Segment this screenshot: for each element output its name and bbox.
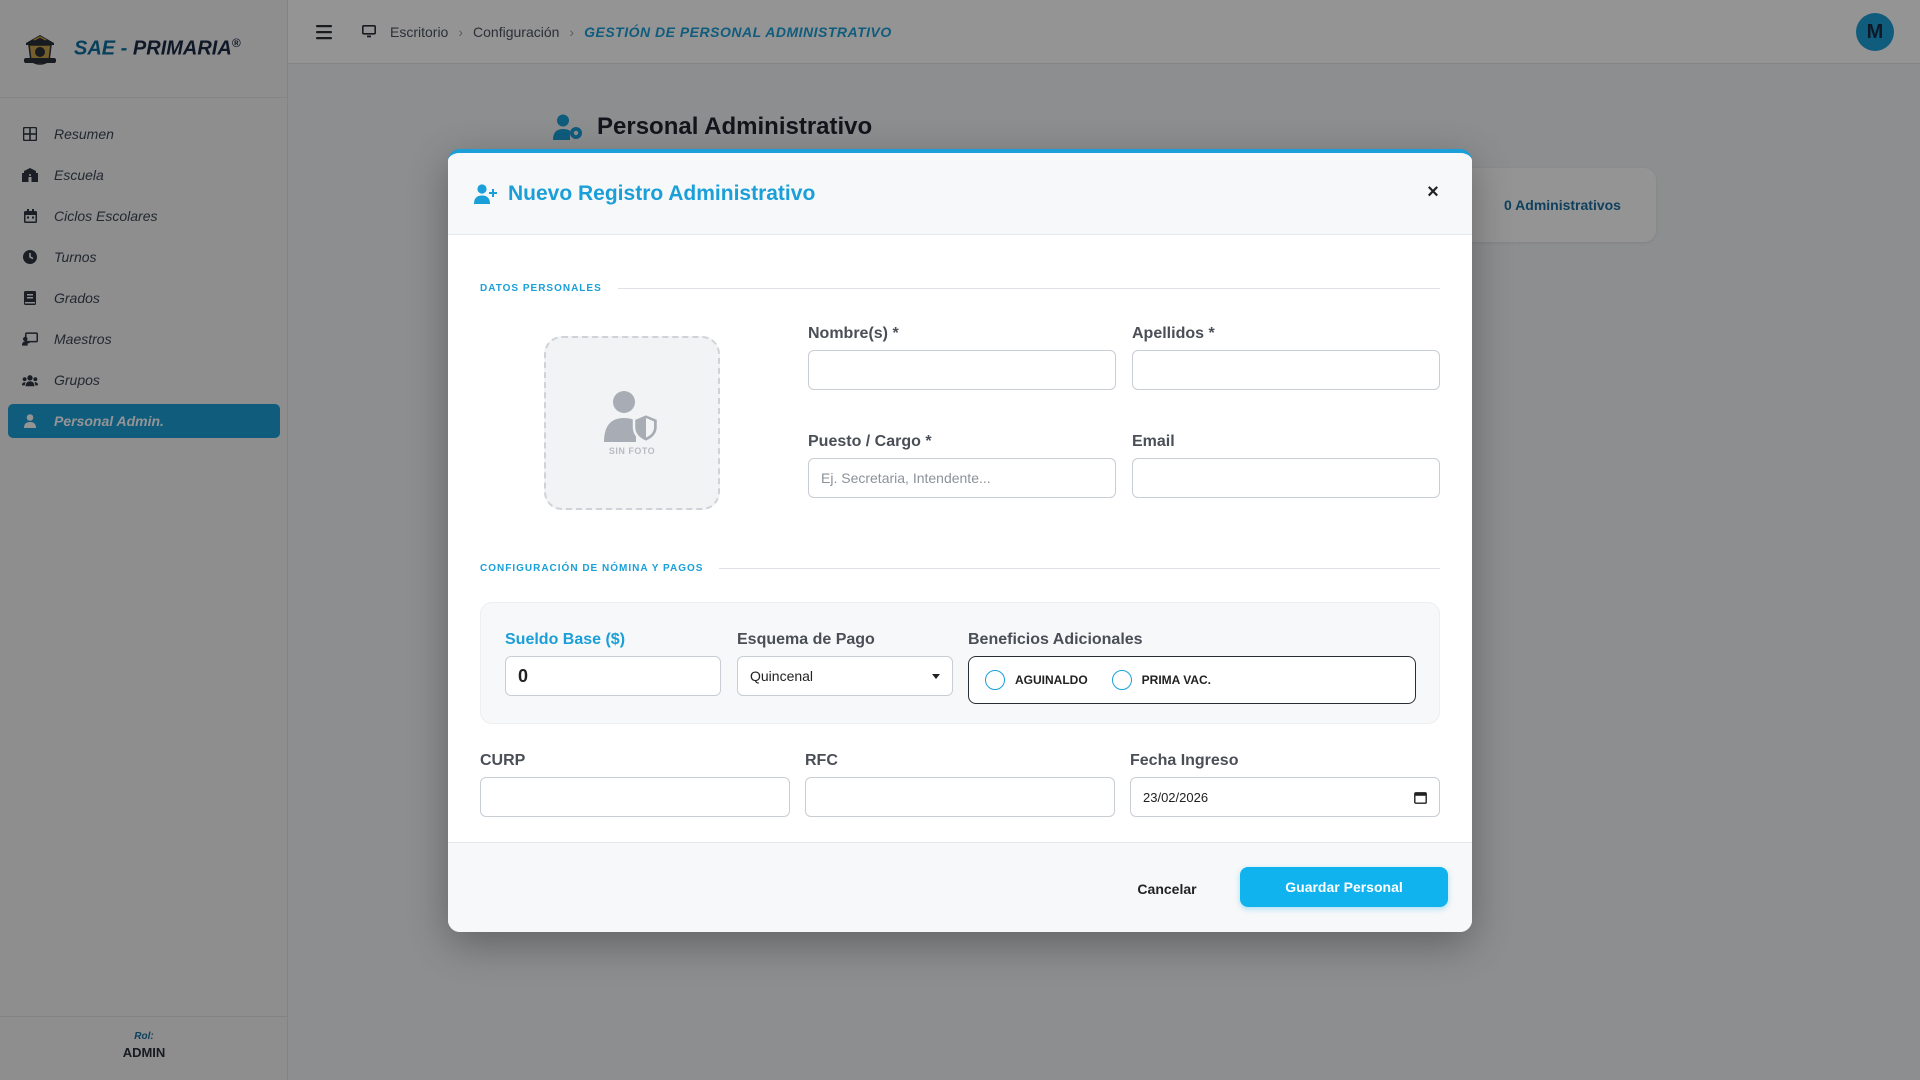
email-field-group: Email — [1132, 433, 1440, 498]
nombre-label: Nombre(s) * — [808, 325, 899, 342]
apellidos-input[interactable] — [1132, 350, 1440, 390]
nombre-field-group: Nombre(s) * — [808, 325, 1116, 390]
fecha-ingreso-value: 23/02/2026 — [1143, 789, 1209, 805]
aguinaldo-label: AGUINALDO — [1015, 673, 1088, 687]
rfc-label: RFC — [805, 752, 838, 769]
calendar-icon[interactable] — [1414, 791, 1427, 804]
prima-vac-option[interactable]: PRIMA VAC. — [1111, 670, 1212, 690]
esquema-select[interactable]: Quincenal — [737, 656, 953, 696]
photo-upload[interactable]: SIN FOTO — [544, 336, 720, 510]
curp-field-group: CURP — [480, 752, 790, 817]
user-plus-icon — [474, 183, 497, 204]
puesto-input[interactable] — [808, 458, 1116, 498]
puesto-label: Puesto / Cargo * — [808, 433, 932, 450]
beneficios-label: Beneficios Adicionales — [968, 631, 1143, 648]
section-datos-personales: DATOS PERSONALES — [480, 283, 1440, 294]
curp-label: CURP — [480, 752, 526, 769]
fecha-ingreso-label: Fecha Ingreso — [1130, 752, 1239, 769]
aguinaldo-option[interactable]: AGUINALDO — [985, 670, 1088, 690]
email-label: Email — [1132, 433, 1175, 450]
curp-input[interactable] — [480, 777, 790, 817]
cancel-button[interactable]: Cancelar — [1122, 873, 1212, 905]
user-shield-icon — [604, 391, 660, 442]
aguinaldo-radio[interactable] — [985, 670, 1005, 690]
photo-caption: SIN FOTO — [608, 446, 656, 456]
section-divider — [617, 288, 1440, 289]
fecha-ingreso-input[interactable]: 23/02/2026 — [1130, 777, 1440, 817]
rfc-input[interactable] — [805, 777, 1115, 817]
section-configuracion-nomina: CONFIGURACIÓN DE NÓMINA Y PAGOS — [480, 563, 1440, 574]
esquema-field-group: Esquema de Pago Quincenal — [737, 631, 953, 696]
section-title: DATOS PERSONALES — [480, 283, 602, 294]
section-divider — [719, 568, 1440, 569]
prima-vac-radio[interactable] — [1111, 670, 1132, 690]
section-title: CONFIGURACIÓN DE NÓMINA Y PAGOS — [480, 563, 704, 574]
chevron-down-icon — [932, 673, 940, 679]
apellidos-field-group: Apellidos * — [1132, 325, 1440, 390]
esquema-label: Esquema de Pago — [737, 631, 875, 648]
sueldo-input[interactable] — [505, 656, 721, 696]
puesto-field-group: Puesto / Cargo * — [808, 433, 1116, 498]
email-input[interactable] — [1132, 458, 1440, 498]
modal-footer: Cancelar Guardar Personal — [448, 842, 1472, 932]
modal-header: Nuevo Registro Administrativo × — [448, 153, 1472, 235]
rfc-field-group: RFC — [805, 752, 1115, 817]
beneficios-options: AGUINALDO PRIMA VAC. — [968, 656, 1416, 704]
sueldo-field-group: Sueldo Base ($) — [505, 631, 721, 696]
close-icon[interactable]: × — [1424, 182, 1442, 202]
apellidos-label: Apellidos * — [1132, 325, 1215, 342]
new-admin-modal: Nuevo Registro Administrativo × DATOS PE… — [448, 149, 1472, 932]
modal-title: Nuevo Registro Administrativo — [508, 181, 816, 205]
save-personal-button[interactable]: Guardar Personal — [1240, 867, 1448, 907]
beneficios-field-group: Beneficios Adicionales AGUINALDO PRIMA V… — [968, 631, 1416, 704]
nombre-input[interactable] — [808, 350, 1116, 390]
fecha-ingreso-field-group: Fecha Ingreso 23/02/2026 — [1130, 752, 1440, 817]
esquema-selected-value: Quincenal — [750, 668, 814, 684]
prima-vac-label: PRIMA VAC. — [1141, 673, 1212, 687]
sueldo-label: Sueldo Base ($) — [505, 631, 626, 648]
